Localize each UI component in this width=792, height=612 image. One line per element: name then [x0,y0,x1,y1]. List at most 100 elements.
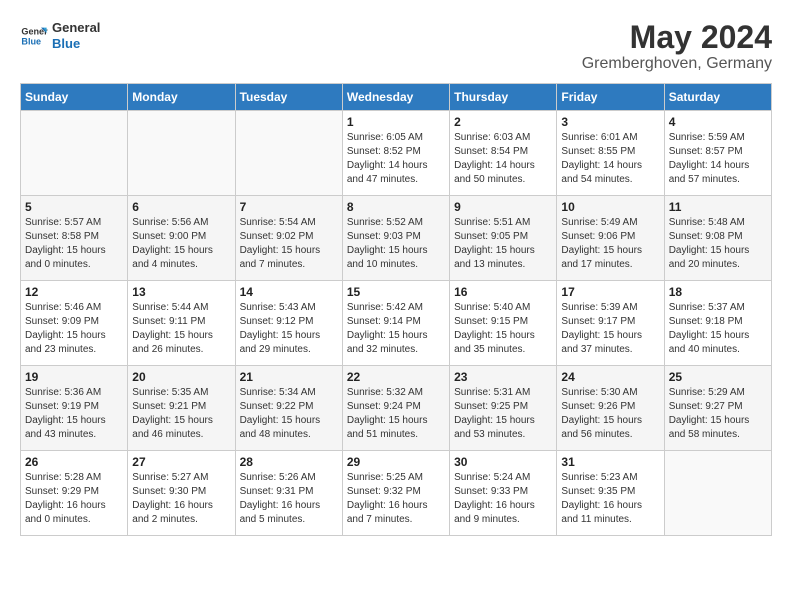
day-number: 20 [132,370,230,384]
calendar-cell: 24 Sunrise: 5:30 AM Sunset: 9:26 PM Dayli… [557,366,664,451]
day-info: Sunrise: 5:27 AM Sunset: 9:30 PM Dayligh… [132,471,230,527]
calendar-cell: 21 Sunrise: 5:34 AM Sunset: 9:22 PM Dayli… [235,366,342,451]
day-number: 26 [25,455,123,469]
week-row-1: 1 Sunrise: 6:05 AM Sunset: 8:52 PM Daylig… [21,111,772,196]
day-number: 1 [347,115,445,129]
day-number: 25 [669,370,767,384]
day-info: Sunrise: 5:24 AM Sunset: 9:33 PM Dayligh… [454,471,552,527]
day-number: 3 [561,115,659,129]
day-info: Sunrise: 5:37 AM Sunset: 9:18 PM Dayligh… [669,301,767,357]
week-row-3: 12 Sunrise: 5:46 AM Sunset: 9:09 PM Dayli… [21,281,772,366]
column-header-wednesday: Wednesday [342,84,449,111]
day-info: Sunrise: 5:25 AM Sunset: 9:32 PM Dayligh… [347,471,445,527]
day-number: 23 [454,370,552,384]
calendar-cell: 15 Sunrise: 5:42 AM Sunset: 9:14 PM Dayli… [342,281,449,366]
day-number: 17 [561,285,659,299]
week-row-5: 26 Sunrise: 5:28 AM Sunset: 9:29 PM Dayli… [21,451,772,536]
calendar-cell: 14Sunrise: 5:43 AM Sunset: 9:12 PM Dayli… [235,281,342,366]
day-info: Sunrise: 5:44 AM Sunset: 9:11 PM Dayligh… [132,301,230,357]
calendar-cell: 8 Sunrise: 5:52 AM Sunset: 9:03 PM Daylig… [342,196,449,281]
day-info: Sunrise: 5:31 AM Sunset: 9:25 PM Dayligh… [454,386,552,442]
week-row-2: 5 Sunrise: 5:57 AM Sunset: 8:58 PM Daylig… [21,196,772,281]
day-info: Sunrise: 6:03 AM Sunset: 8:54 PM Dayligh… [454,131,552,187]
calendar-cell: 11Sunrise: 5:48 AM Sunset: 9:08 PM Dayli… [664,196,771,281]
day-number: 30 [454,455,552,469]
column-header-friday: Friday [557,84,664,111]
day-info: Sunrise: 5:49 AM Sunset: 9:06 PM Dayligh… [561,216,659,272]
calendar-cell [128,111,235,196]
calendar-cell: 3Sunrise: 6:01 AM Sunset: 8:55 PM Daylig… [557,111,664,196]
calendar-cell: 4Sunrise: 5:59 AM Sunset: 8:57 PM Daylig… [664,111,771,196]
day-number: 6 [132,200,230,214]
day-info: Sunrise: 6:05 AM Sunset: 8:52 PM Dayligh… [347,131,445,187]
day-info: Sunrise: 5:34 AM Sunset: 9:22 PM Dayligh… [240,386,338,442]
calendar-cell: 2Sunrise: 6:03 AM Sunset: 8:54 PM Daylig… [450,111,557,196]
calendar-cell: 13 Sunrise: 5:44 AM Sunset: 9:11 PM Dayli… [128,281,235,366]
day-number: 9 [454,200,552,214]
day-info: Sunrise: 5:51 AM Sunset: 9:05 PM Dayligh… [454,216,552,272]
day-info: Sunrise: 5:40 AM Sunset: 9:15 PM Dayligh… [454,301,552,357]
title-block: May 2024 Gremberghoven, Germany [582,20,772,73]
day-number: 5 [25,200,123,214]
day-number: 16 [454,285,552,299]
day-info: Sunrise: 5:56 AM Sunset: 9:00 PM Dayligh… [132,216,230,272]
day-info: Sunrise: 5:35 AM Sunset: 9:21 PM Dayligh… [132,386,230,442]
page-header: General Blue GeneralBlue May 2024 Grembe… [20,20,772,73]
logo-icon: General Blue [20,22,48,50]
day-number: 24 [561,370,659,384]
month-title: May 2024 [582,20,772,55]
day-info: Sunrise: 5:42 AM Sunset: 9:14 PM Dayligh… [347,301,445,357]
day-info: Sunrise: 5:46 AM Sunset: 9:09 PM Dayligh… [25,301,123,357]
day-number: 14 [240,285,338,299]
day-number: 21 [240,370,338,384]
day-info: Sunrise: 5:30 AM Sunset: 9:26 PM Dayligh… [561,386,659,442]
calendar-cell: 1 Sunrise: 6:05 AM Sunset: 8:52 PM Daylig… [342,111,449,196]
calendar-cell: 30 Sunrise: 5:24 AM Sunset: 9:33 PM Dayli… [450,451,557,536]
calendar-cell: 9 Sunrise: 5:51 AM Sunset: 9:05 PM Daylig… [450,196,557,281]
calendar-cell: 12 Sunrise: 5:46 AM Sunset: 9:09 PM Dayli… [21,281,128,366]
day-number: 8 [347,200,445,214]
day-number: 19 [25,370,123,384]
calendar-cell [235,111,342,196]
calendar-cell: 20 Sunrise: 5:35 AM Sunset: 9:21 PM Dayli… [128,366,235,451]
day-number: 18 [669,285,767,299]
calendar-header: SundayMondayTuesdayWednesdayThursdayFrid… [21,84,772,111]
logo: General Blue GeneralBlue [20,20,100,51]
calendar-cell: 23 Sunrise: 5:31 AM Sunset: 9:25 PM Dayli… [450,366,557,451]
day-info: Sunrise: 5:32 AM Sunset: 9:24 PM Dayligh… [347,386,445,442]
column-header-monday: Monday [128,84,235,111]
calendar-cell: 17Sunrise: 5:39 AM Sunset: 9:17 PM Dayli… [557,281,664,366]
day-number: 4 [669,115,767,129]
day-number: 22 [347,370,445,384]
day-number: 13 [132,285,230,299]
column-header-thursday: Thursday [450,84,557,111]
calendar-cell: 25Sunrise: 5:29 AM Sunset: 9:27 PM Dayli… [664,366,771,451]
day-number: 31 [561,455,659,469]
location: Gremberghoven, Germany [582,55,772,73]
day-info: Sunrise: 5:26 AM Sunset: 9:31 PM Dayligh… [240,471,338,527]
day-info: Sunrise: 5:57 AM Sunset: 8:58 PM Dayligh… [25,216,123,272]
calendar-cell: 22 Sunrise: 5:32 AM Sunset: 9:24 PM Dayli… [342,366,449,451]
day-number: 28 [240,455,338,469]
calendar-cell: 31Sunrise: 5:23 AM Sunset: 9:35 PM Dayli… [557,451,664,536]
week-row-4: 19Sunrise: 5:36 AM Sunset: 9:19 PM Dayli… [21,366,772,451]
day-info: Sunrise: 5:52 AM Sunset: 9:03 PM Dayligh… [347,216,445,272]
calendar-cell: 5 Sunrise: 5:57 AM Sunset: 8:58 PM Daylig… [21,196,128,281]
calendar-table: SundayMondayTuesdayWednesdayThursdayFrid… [20,83,772,536]
column-header-saturday: Saturday [664,84,771,111]
calendar-cell: 19Sunrise: 5:36 AM Sunset: 9:19 PM Dayli… [21,366,128,451]
day-number: 29 [347,455,445,469]
day-number: 15 [347,285,445,299]
calendar-cell: 10 Sunrise: 5:49 AM Sunset: 9:06 PM Dayli… [557,196,664,281]
calendar-body: 1 Sunrise: 6:05 AM Sunset: 8:52 PM Daylig… [21,111,772,536]
header-row: SundayMondayTuesdayWednesdayThursdayFrid… [21,84,772,111]
day-number: 27 [132,455,230,469]
svg-text:Blue: Blue [21,36,41,46]
calendar-cell: 6 Sunrise: 5:56 AM Sunset: 9:00 PM Daylig… [128,196,235,281]
day-info: Sunrise: 5:48 AM Sunset: 9:08 PM Dayligh… [669,216,767,272]
day-info: Sunrise: 5:28 AM Sunset: 9:29 PM Dayligh… [25,471,123,527]
calendar-cell [21,111,128,196]
day-number: 10 [561,200,659,214]
day-number: 12 [25,285,123,299]
calendar-cell: 27 Sunrise: 5:27 AM Sunset: 9:30 PM Dayli… [128,451,235,536]
